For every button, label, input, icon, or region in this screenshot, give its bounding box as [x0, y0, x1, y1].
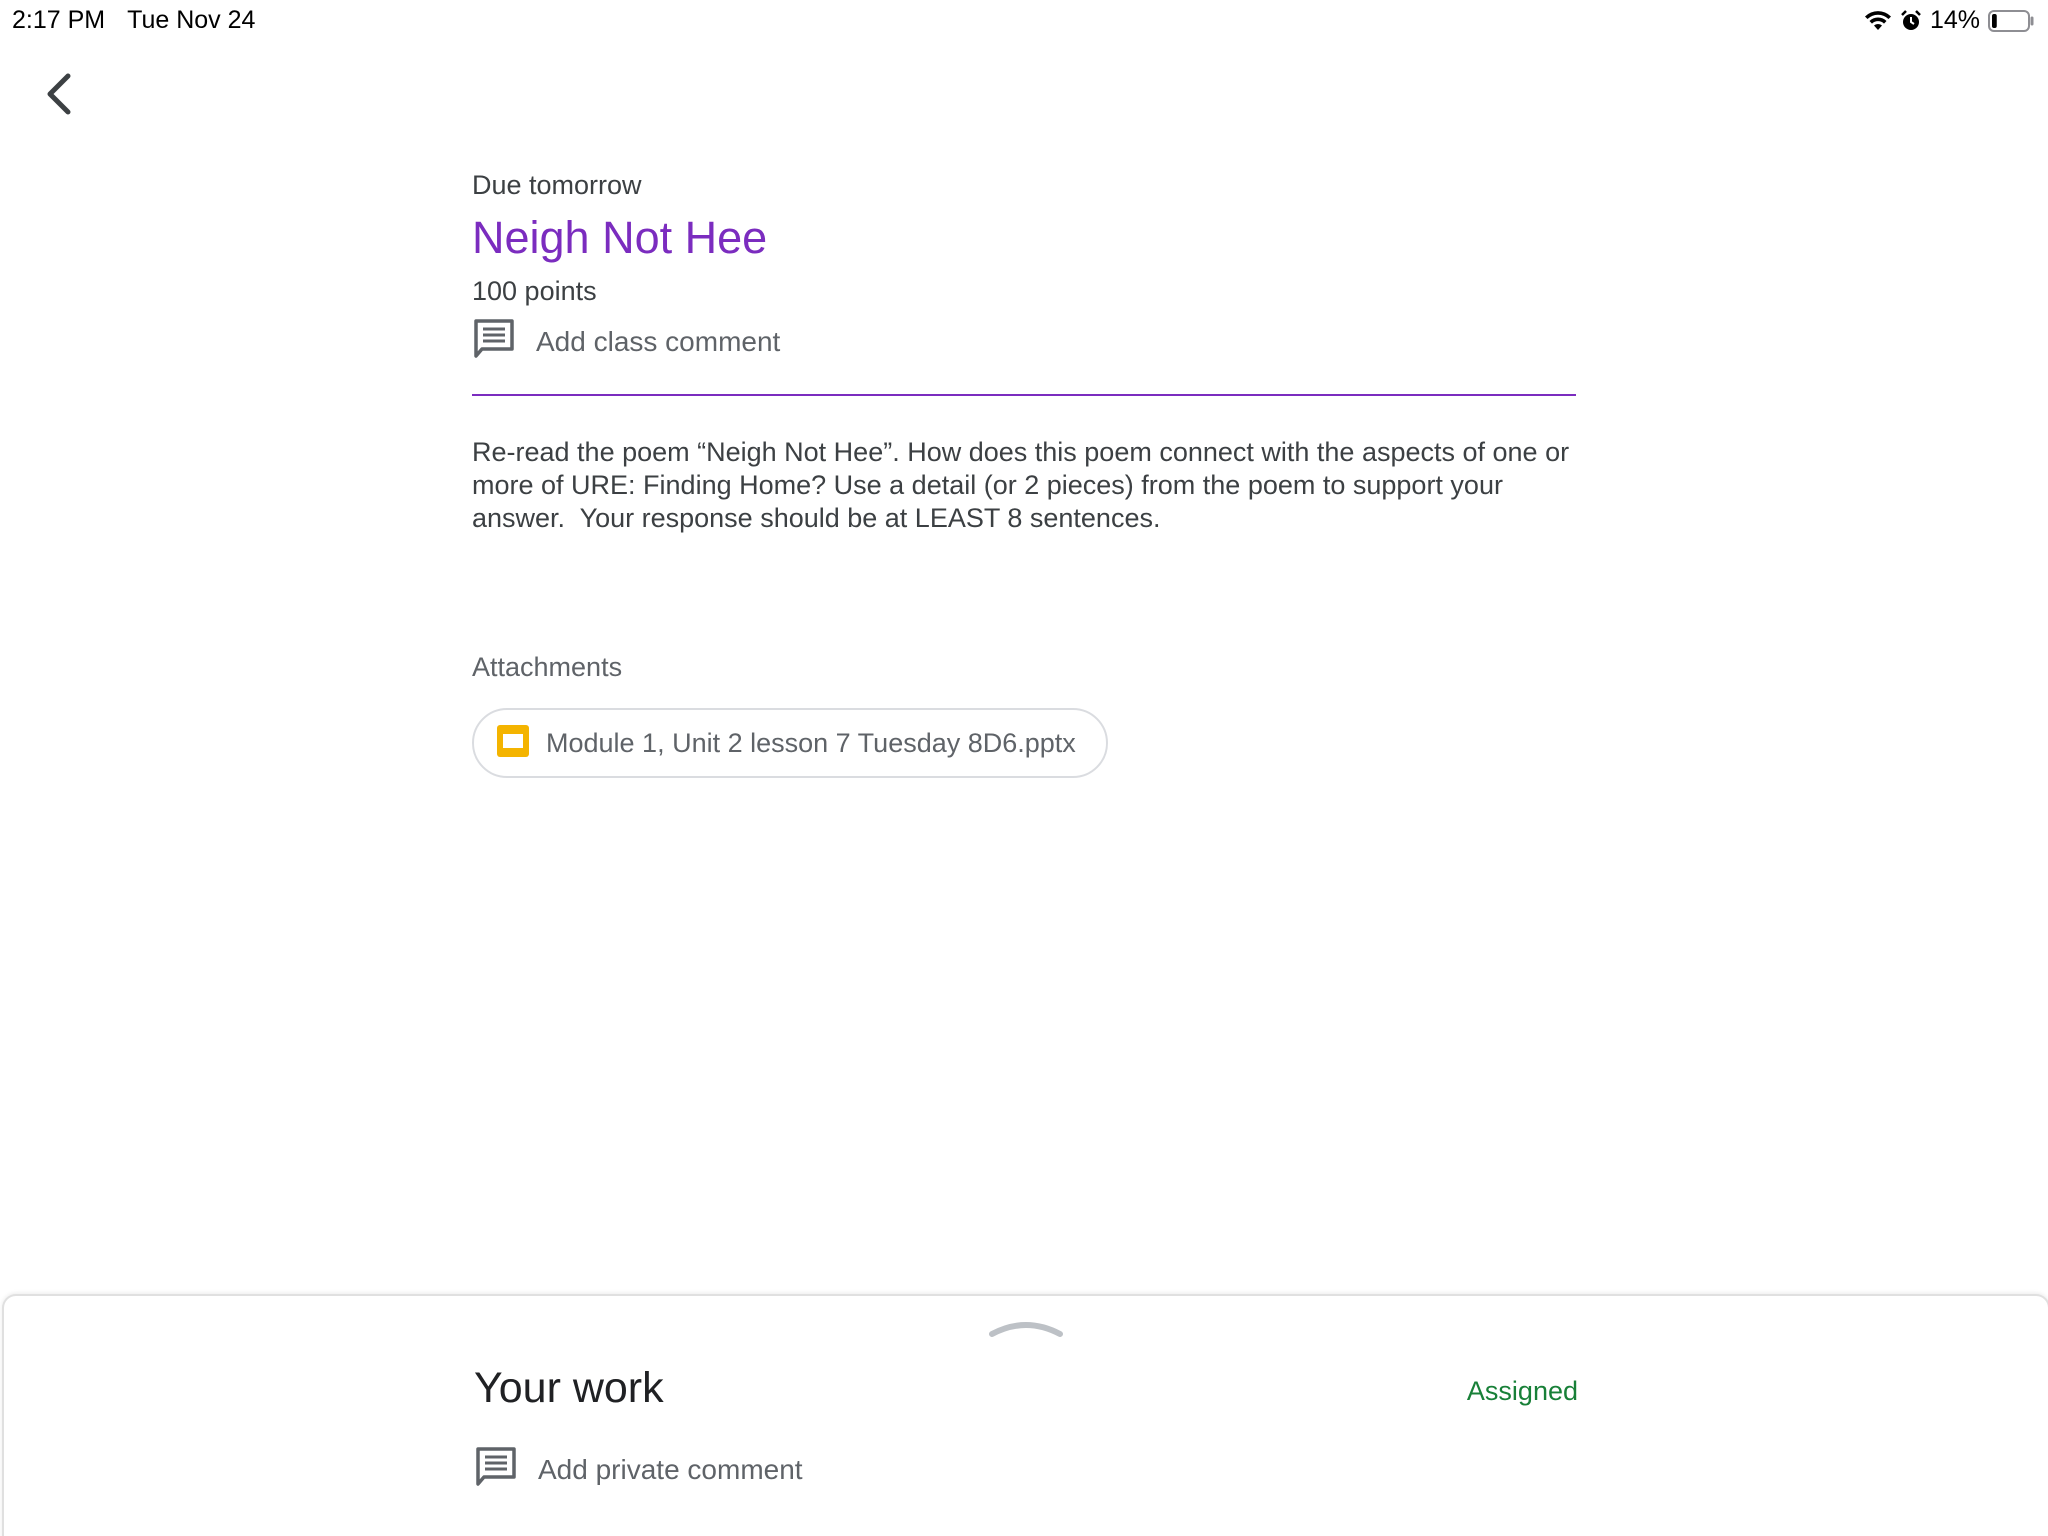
- add-private-comment-label: Add private comment: [538, 1453, 803, 1485]
- status-bar-left: 2:17 PM Tue Nov 24: [12, 6, 255, 35]
- attachment-chip[interactable]: Module 1, Unit 2 lesson 7 Tuesday 8D6.pp…: [472, 708, 1108, 778]
- status-time: 2:17 PM: [12, 6, 106, 34]
- comment-icon: [474, 1446, 518, 1493]
- comment-icon: [472, 318, 516, 365]
- battery-icon: [1988, 9, 2036, 33]
- assignment-title: Neigh Not Hee: [472, 212, 768, 263]
- back-button[interactable]: [38, 72, 80, 120]
- attachments-heading: Attachments: [472, 652, 623, 682]
- assignment-instructions: Re-read the poem “Neigh Not Hee”. How do…: [472, 437, 1577, 533]
- status-date: Tue Nov 24: [127, 6, 256, 34]
- wifi-icon: [1864, 10, 1892, 32]
- assignment-page: 2:17 PM Tue Nov 24 14% Due tomorrow Neig…: [0, 0, 2048, 1536]
- add-class-comment-label: Add class comment: [536, 325, 781, 357]
- due-date: Due tomorrow: [472, 170, 642, 200]
- chevron-left-icon: [44, 72, 74, 121]
- divider: [472, 394, 1576, 396]
- assignment-points: 100 points: [472, 276, 597, 306]
- your-work-sheet: Your work Assigned Add private comment: [2, 1294, 2048, 1536]
- attachment-name: Module 1, Unit 2 lesson 7 Tuesday 8D6.pp…: [546, 727, 1076, 758]
- status-bar-right: 14%: [1864, 6, 2036, 35]
- status-badge: Assigned: [1466, 1376, 1578, 1406]
- slides-icon: [496, 724, 530, 763]
- alarm-icon: [1900, 9, 1922, 32]
- sheet-expand-handle[interactable]: [988, 1312, 1064, 1342]
- your-work-title: Your work: [474, 1364, 664, 1412]
- chevron-up-icon: [988, 1322, 1064, 1346]
- add-private-comment-button[interactable]: Add private comment: [474, 1446, 803, 1493]
- add-class-comment-button[interactable]: Add class comment: [472, 318, 780, 365]
- battery-percent: 14%: [1929, 6, 1980, 34]
